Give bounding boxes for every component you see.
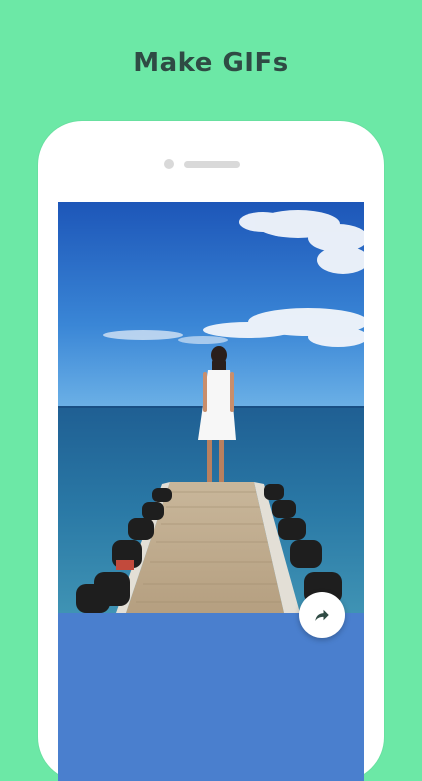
- page-title: Make GIFs: [133, 48, 289, 78]
- phone-speaker: [184, 161, 240, 168]
- phone-screen: [58, 202, 364, 781]
- share-button[interactable]: [299, 592, 345, 638]
- phone-camera: [164, 159, 174, 169]
- share-arrow-icon: [315, 609, 329, 621]
- phone-frame: [38, 121, 384, 781]
- photo-preview[interactable]: [58, 202, 364, 613]
